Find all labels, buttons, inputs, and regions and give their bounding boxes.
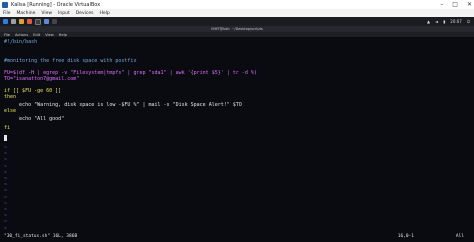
- terminal-menu-view[interactable]: View: [45, 33, 54, 37]
- terminal-menu-help[interactable]: Help: [59, 33, 67, 37]
- tilde-marker: ~: [4, 207, 8, 213]
- code-line-shebang: #!/bin/bash: [4, 39, 38, 45]
- close-icon[interactable]: ✕: [467, 1, 472, 8]
- tilde-marker: ~: [4, 188, 8, 195]
- tilde-marker: ~: [4, 200, 8, 207]
- tilde-marker: ~: [4, 145, 8, 151]
- terminal-menu-actions[interactable]: Actions: [15, 33, 28, 37]
- minimize-icon[interactable]: –: [440, 1, 443, 8]
- code-line-comment: #monitoring the free disk space with pos…: [4, 58, 137, 64]
- workspace-icon[interactable]: [11, 19, 16, 24]
- terminal-editor[interactable]: #!/bin/bash #monitoring the free disk sp…: [0, 37, 474, 242]
- tilde-marker: ~: [4, 194, 8, 201]
- text-cursor: [4, 135, 7, 141]
- menu-file[interactable]: File: [3, 11, 11, 16]
- virtualbox-window: Kalisa [Running] - Oracle VirtualBox – □…: [0, 0, 474, 242]
- browser-icon[interactable]: [27, 19, 32, 24]
- host-title-bar: Kalisa [Running] - Oracle VirtualBox – □…: [0, 0, 474, 9]
- terminal-menu-file[interactable]: File: [4, 33, 10, 37]
- code-line-then: then: [4, 94, 17, 100]
- network-icon[interactable]: ▲: [427, 19, 430, 24]
- vim-status-position: 16,0-1: [397, 234, 414, 239]
- menu-view[interactable]: View: [41, 11, 52, 16]
- tilde-marker: ~: [4, 169, 8, 176]
- tilde-marker: ~: [4, 182, 8, 189]
- code-line-echo-warning: echo "Warning, disk space is low -$FU %"…: [4, 102, 242, 108]
- code-line-echo-good: echo "All good": [4, 116, 65, 122]
- virtualbox-app-icon: [2, 1, 8, 8]
- tilde-marker: ~: [4, 225, 8, 232]
- tilde-marker: ~: [4, 163, 8, 170]
- menu-devices[interactable]: Devices: [76, 11, 94, 16]
- host-menu-bar: File Machine View Input Devices Help: [0, 9, 474, 17]
- menu-input[interactable]: Input: [58, 11, 70, 16]
- tilde-marker: ~: [4, 151, 8, 158]
- tilde-marker: ~: [4, 219, 8, 226]
- vim-status-file: "30_fi_status.sh" 16L, 386B: [4, 234, 78, 239]
- tilde-marker: ~: [4, 213, 8, 220]
- power-icon[interactable]: ⏻: [467, 19, 470, 24]
- files-icon[interactable]: [19, 19, 24, 24]
- kali-menu-icon[interactable]: [3, 19, 8, 24]
- panel-clock[interactable]: 20:07: [450, 19, 462, 24]
- vim-status-scroll: All: [455, 234, 464, 239]
- menu-help[interactable]: Help: [99, 11, 109, 16]
- kali-top-panel: ▲ ◄ ▮ 20:07 ⏻: [0, 17, 474, 26]
- volume-icon[interactable]: ◄: [435, 19, 438, 24]
- tilde-marker: ~: [4, 157, 8, 164]
- window-button-icon[interactable]: [52, 19, 57, 24]
- menu-machine[interactable]: Machine: [17, 11, 36, 16]
- code-line-else: else: [4, 108, 17, 114]
- code-line-to: TO="isanatton7@gmail.com": [4, 76, 80, 82]
- terminal-menu-edit[interactable]: Edit: [33, 33, 40, 37]
- tilde-marker: ~: [4, 176, 8, 182]
- app-icon[interactable]: [44, 19, 49, 24]
- battery-icon[interactable]: ▮: [443, 19, 445, 24]
- maximize-icon[interactable]: □: [452, 1, 458, 8]
- terminal-icon[interactable]: [35, 18, 41, 25]
- host-window-title: Kalisa [Running] - Oracle VirtualBox: [11, 1, 101, 8]
- code-line-fi: fi: [4, 125, 11, 131]
